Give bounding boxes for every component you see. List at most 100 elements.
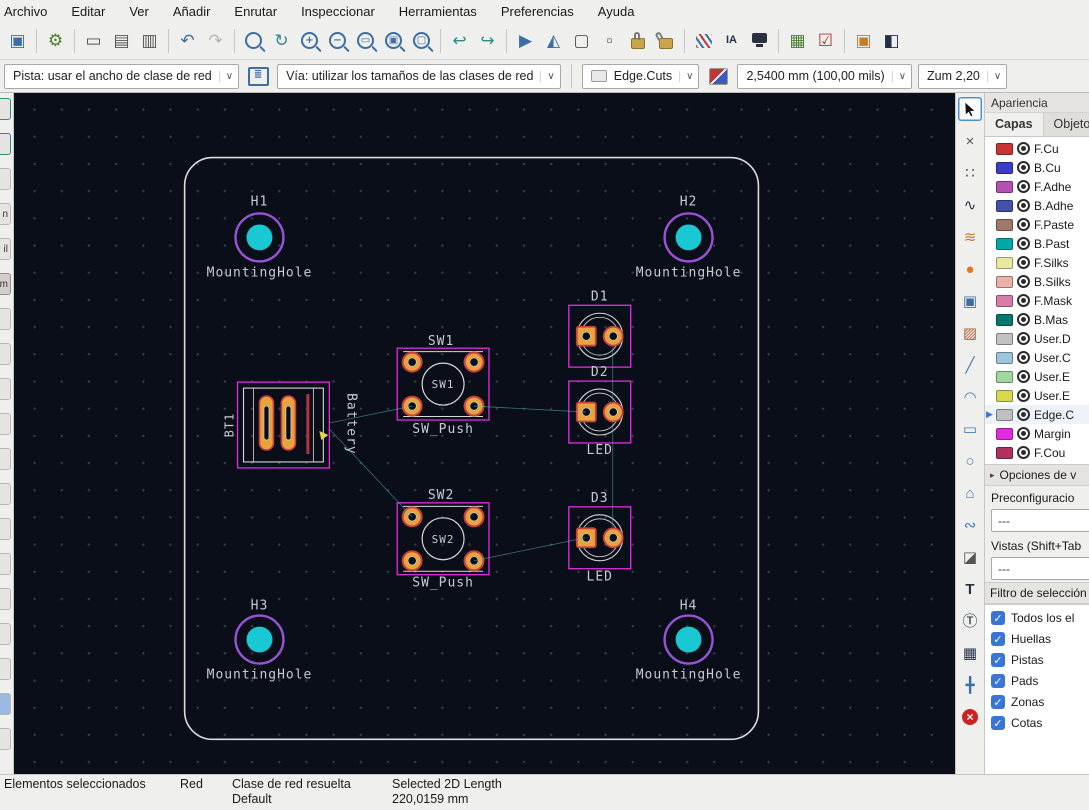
units-mm-icon[interactable]: m (0, 273, 11, 295)
draw-arc-icon[interactable]: ◠ (958, 385, 982, 409)
add-zone-icon[interactable]: ▨ (958, 321, 982, 345)
menu-herramientas[interactable]: Herramientas (399, 4, 477, 19)
menu-enrutar[interactable]: Enrutar (234, 4, 277, 19)
mounting-hole-h1[interactable] (234, 212, 285, 263)
highlight-net-icon[interactable]: × (958, 129, 982, 153)
layer-row[interactable]: B.Silks (985, 272, 1089, 291)
ref-h2[interactable]: H2 (680, 194, 698, 209)
tab-capas[interactable]: Capas (985, 113, 1044, 136)
update-pcb-from-schematic-icon[interactable]: ▦ (784, 27, 811, 54)
mounting-hole-h3[interactable] (234, 614, 285, 665)
ref-sw1[interactable]: SW1 (428, 334, 454, 349)
save-icon[interactable]: ▣ (4, 27, 31, 54)
visibility-eye-icon[interactable] (1017, 161, 1030, 174)
menu-ver[interactable]: Ver (129, 4, 149, 19)
left-toolbar-icon[interactable] (0, 168, 11, 190)
zoom-out-icon[interactable]: − (324, 27, 351, 54)
tracks-vias-properties-icon[interactable] (690, 27, 717, 54)
visibility-eye-icon[interactable] (1017, 408, 1030, 421)
filter-dimensions[interactable]: ✓ Cotas (991, 716, 1084, 730)
units-inches-icon[interactable]: n (0, 203, 11, 225)
left-toolbar-icon[interactable] (0, 728, 11, 750)
layer-color-swatch[interactable] (996, 180, 1013, 193)
value-sw1[interactable]: SW_Push (412, 422, 474, 437)
layer-color-swatch[interactable] (996, 199, 1013, 212)
mounting-hole-h2[interactable] (663, 212, 714, 263)
page-settings-icon[interactable]: ▭ (80, 27, 107, 54)
track-width-select[interactable]: Pista: usar el ancho de clase de red ∨ (4, 63, 240, 89)
select-tool-icon[interactable] (958, 97, 982, 121)
left-toolbar-icon[interactable] (0, 658, 11, 680)
footprint-sw2[interactable]: SW2 (396, 502, 490, 576)
mounting-hole-h4[interactable] (663, 614, 714, 665)
zoom-select[interactable]: Zum 2,20 ∨ (918, 63, 1008, 89)
tab-objetos[interactable]: Objeto (1044, 113, 1089, 136)
ref-sw2[interactable]: SW2 (428, 488, 454, 503)
layer-row[interactable]: F.Adhe (985, 177, 1089, 196)
find-icon[interactable] (240, 27, 267, 54)
layer-color-swatch[interactable] (996, 294, 1013, 307)
layer-color-swatch[interactable] (996, 275, 1013, 288)
value-d3[interactable]: LED (587, 570, 613, 585)
ref-d3[interactable]: D3 (591, 491, 609, 506)
checkbox-checked-icon[interactable]: ✓ (991, 695, 1005, 709)
unlock-icon[interactable] (652, 27, 679, 54)
set-origin-icon[interactable]: ╋ (958, 673, 982, 697)
zoom-selection-icon[interactable]: ▢ (408, 27, 435, 54)
menu-preferencias[interactable]: Preferencias (501, 4, 574, 19)
layer-row[interactable]: F.Mask (985, 291, 1089, 310)
presets-select[interactable]: --- (991, 509, 1089, 532)
layer-color-swatch[interactable] (996, 237, 1013, 250)
left-toolbar-icon[interactable] (0, 413, 11, 435)
add-image-icon[interactable]: ◪ (958, 545, 982, 569)
layer-color-swatch[interactable] (996, 446, 1013, 459)
layer-row[interactable]: F.Paste (985, 215, 1089, 234)
value-h1[interactable]: MountingHole (207, 265, 313, 280)
left-toolbar-icon[interactable] (0, 623, 11, 645)
draw-line-icon[interactable]: ╱ (958, 353, 982, 377)
footprint-editor-icon[interactable]: ▣ (850, 27, 877, 54)
layer-row[interactable]: B.Adhe (985, 196, 1089, 215)
ref-h3[interactable]: H3 (251, 599, 269, 614)
layer-row[interactable]: F.Cou (985, 443, 1089, 462)
layer-row[interactable]: User.D (985, 329, 1089, 348)
plot-icon[interactable]: ▥ (136, 27, 163, 54)
filter-all-items[interactable]: ✓ Todos los el (991, 611, 1084, 625)
layer-row[interactable]: User.C (985, 348, 1089, 367)
layer-color-swatch[interactable] (996, 161, 1013, 174)
board-setup-icon[interactable]: ⚙ (42, 27, 69, 54)
left-toolbar-icon[interactable] (0, 343, 11, 365)
group-icon[interactable]: ▢ (568, 27, 595, 54)
checkbox-checked-icon[interactable]: ✓ (991, 674, 1005, 688)
visibility-eye-icon[interactable] (1017, 275, 1030, 288)
footprint-bt1[interactable]: BT1 Battery (223, 381, 359, 469)
layer-color-swatch[interactable] (996, 408, 1013, 421)
refresh-view-icon[interactable]: ↻ (268, 27, 295, 54)
layer-row[interactable]: User.E (985, 386, 1089, 405)
draw-circle-icon[interactable]: ○ (958, 449, 982, 473)
zoom-fit-page-icon[interactable]: ▭ (352, 27, 379, 54)
left-toolbar-icon[interactable] (0, 98, 11, 120)
value-d2[interactable]: LED (587, 443, 613, 458)
footprint-d3[interactable] (568, 506, 632, 570)
left-toolbar-icon[interactable] (0, 448, 11, 470)
add-text-icon[interactable]: T (958, 577, 982, 601)
delete-tool-icon[interactable]: × (958, 705, 982, 729)
net-inspector-icon[interactable]: IA (718, 27, 745, 54)
layer-color-swatch[interactable] (996, 313, 1013, 326)
visibility-eye-icon[interactable] (1017, 389, 1030, 402)
add-table-icon[interactable]: ▦ (958, 641, 982, 665)
filter-zones[interactable]: ✓ Zonas (991, 695, 1084, 709)
layer-row[interactable]: B.Cu (985, 158, 1089, 177)
visibility-eye-icon[interactable] (1017, 237, 1030, 250)
mirror-icon[interactable]: ◭ (540, 27, 567, 54)
local-ratsnest-icon[interactable]: ∷ (958, 161, 982, 185)
rotate-ccw-icon[interactable]: ↩ (446, 27, 473, 54)
menu-archivo[interactable]: Archivo (4, 4, 47, 19)
track-width-menu-icon[interactable]: ≣ (245, 63, 271, 89)
menu-inspeccionar[interactable]: Inspeccionar (301, 4, 375, 19)
filter-tracks[interactable]: ✓ Pistas (991, 653, 1084, 667)
layer-color-swatch[interactable] (996, 370, 1013, 383)
layer-select[interactable]: Edge.Cuts ∨ (581, 63, 700, 89)
menu-editar[interactable]: Editar (71, 4, 105, 19)
